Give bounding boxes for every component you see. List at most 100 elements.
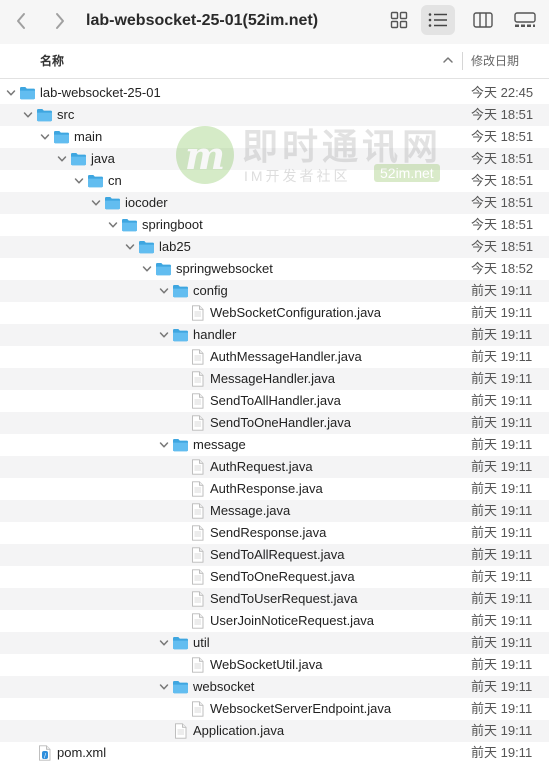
file-name: AuthResponse.java <box>210 481 323 496</box>
forward-button[interactable] <box>47 8 73 34</box>
file-row[interactable]: SendToUserRequest.java 前天 19:11 <box>0 588 549 610</box>
column-view-button[interactable] <box>466 5 500 35</box>
file-name: handler <box>193 327 237 342</box>
folder-icon <box>87 173 104 189</box>
disclosure-triangle-icon[interactable] <box>157 636 171 650</box>
file-date-modified: 前天 19:11 <box>471 745 533 760</box>
file-date-modified: 前天 19:11 <box>471 349 533 364</box>
folder-icon <box>121 217 138 233</box>
file-date-modified: 前天 19:11 <box>471 393 533 408</box>
folder-icon <box>19 85 36 101</box>
disclosure-triangle-icon[interactable] <box>21 108 35 122</box>
file-name: src <box>57 107 75 122</box>
folder-row[interactable]: util 前天 19:11 <box>0 632 549 654</box>
folder-row[interactable]: lab-websocket-25-01 今天 22:45 <box>0 82 549 104</box>
document-icon <box>189 371 206 387</box>
file-row[interactable]: Message.java 前天 19:11 <box>0 500 549 522</box>
file-row[interactable]: UserJoinNoticeRequest.java 前天 19:11 <box>0 610 549 632</box>
disclosure-triangle-icon[interactable] <box>157 438 171 452</box>
file-list: lab-websocket-25-01 今天 22:45 src 今天 18:51 ma… <box>0 82 549 764</box>
folder-row[interactable]: message 前天 19:11 <box>0 434 549 456</box>
folder-icon <box>70 151 87 167</box>
file-name: WebsocketServerEndpoint.java <box>210 701 392 716</box>
folder-row[interactable]: springboot 今天 18:51 <box>0 214 549 236</box>
file-name: lab25 <box>159 239 191 254</box>
file-row[interactable]: AuthMessageHandler.java 前天 19:11 <box>0 346 549 368</box>
file-date-modified: 今天 18:52 <box>471 261 534 276</box>
folder-row[interactable]: java 今天 18:51 <box>0 148 549 170</box>
folder-icon <box>138 239 155 255</box>
folder-icon <box>53 129 70 145</box>
file-name: Message.java <box>210 503 291 518</box>
file-name: AuthRequest.java <box>210 459 313 474</box>
file-row[interactable]: WebSocketUtil.java 前天 19:11 <box>0 654 549 676</box>
date-modified-column-header[interactable]: 修改日期 <box>471 44 519 78</box>
file-row[interactable]: Application.java 前天 19:11 <box>0 720 549 742</box>
folder-row[interactable]: iocoder 今天 18:51 <box>0 192 549 214</box>
folder-icon <box>172 679 189 695</box>
file-row[interactable]: SendToOneHandler.java 前天 19:11 <box>0 412 549 434</box>
disclosure-triangle-icon[interactable] <box>38 130 52 144</box>
grid-icon <box>390 11 408 29</box>
gallery-view-button[interactable] <box>508 5 542 35</box>
disclosure-triangle-icon[interactable] <box>106 218 120 232</box>
file-date-modified: 前天 19:11 <box>471 437 533 452</box>
disclosure-triangle-icon[interactable] <box>157 680 171 694</box>
file-date-modified: 前天 19:11 <box>471 591 533 606</box>
file-row[interactable]: AuthRequest.java 前天 19:11 <box>0 456 549 478</box>
file-row[interactable]: SendToAllHandler.java 前天 19:11 <box>0 390 549 412</box>
disclosure-triangle-icon[interactable] <box>140 262 154 276</box>
file-row[interactable]: AuthResponse.java 前天 19:11 <box>0 478 549 500</box>
folder-row[interactable]: src 今天 18:51 <box>0 104 549 126</box>
file-date-modified: 今天 18:51 <box>471 195 534 210</box>
file-row[interactable]: / pom.xml 前天 19:11 <box>0 742 549 764</box>
folder-icon <box>172 635 189 651</box>
file-row[interactable]: MessageHandler.java 前天 19:11 <box>0 368 549 390</box>
file-name: WebSocketUtil.java <box>210 657 323 672</box>
file-date-modified: 今天 18:51 <box>471 239 534 254</box>
file-name: SendToUserRequest.java <box>210 591 358 606</box>
file-date-modified: 前天 19:11 <box>471 327 533 342</box>
file-row[interactable]: WebsocketServerEndpoint.java 前天 19:11 <box>0 698 549 720</box>
list-icon <box>428 13 447 27</box>
disclosure-triangle-icon[interactable] <box>157 328 171 342</box>
disclosure-triangle-icon[interactable] <box>123 240 137 254</box>
disclosure-triangle-icon[interactable] <box>157 284 171 298</box>
sort-ascending-icon[interactable] <box>441 53 455 67</box>
folder-row[interactable]: cn 今天 18:51 <box>0 170 549 192</box>
back-button[interactable] <box>8 8 34 34</box>
icon-view-button[interactable] <box>382 5 416 35</box>
document-icon <box>172 723 189 739</box>
document-icon <box>189 415 206 431</box>
file-row[interactable]: WebSocketConfiguration.java 前天 19:11 <box>0 302 549 324</box>
name-column-header[interactable]: 名称 <box>40 44 64 78</box>
file-date-modified: 前天 19:11 <box>471 481 533 496</box>
document-icon <box>189 349 206 365</box>
disclosure-triangle-icon[interactable] <box>89 196 103 210</box>
file-name: AuthMessageHandler.java <box>210 349 362 364</box>
folder-row[interactable]: config 前天 19:11 <box>0 280 549 302</box>
document-icon <box>189 305 206 321</box>
xml-file-icon: / <box>36 745 53 761</box>
folder-row[interactable]: handler 前天 19:11 <box>0 324 549 346</box>
folder-row[interactable]: lab25 今天 18:51 <box>0 236 549 258</box>
disclosure-triangle-icon[interactable] <box>72 174 86 188</box>
file-name: main <box>74 129 103 144</box>
document-icon <box>189 569 206 585</box>
file-name: SendToOneRequest.java <box>210 569 355 584</box>
file-date-modified: 今天 18:51 <box>471 129 534 144</box>
file-name: pom.xml <box>57 745 107 760</box>
disclosure-triangle-icon[interactable] <box>4 86 18 100</box>
file-row[interactable]: SendResponse.java 前天 19:11 <box>0 522 549 544</box>
folder-row[interactable]: websocket 前天 19:11 <box>0 676 549 698</box>
folder-row[interactable]: springwebsocket 今天 18:52 <box>0 258 549 280</box>
document-icon <box>189 591 206 607</box>
list-view-button[interactable] <box>421 5 455 35</box>
file-row[interactable]: SendToAllRequest.java 前天 19:11 <box>0 544 549 566</box>
file-name: config <box>193 283 228 298</box>
folder-row[interactable]: main 今天 18:51 <box>0 126 549 148</box>
disclosure-triangle-icon[interactable] <box>55 152 69 166</box>
file-date-modified: 前天 19:11 <box>471 415 533 430</box>
column-divider[interactable] <box>462 52 463 70</box>
file-row[interactable]: SendToOneRequest.java 前天 19:11 <box>0 566 549 588</box>
